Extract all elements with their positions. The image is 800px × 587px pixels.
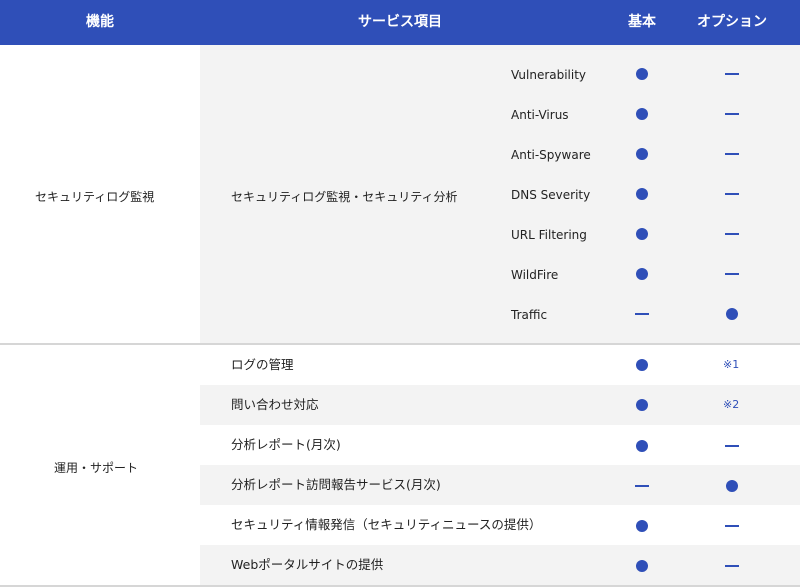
basic-circle-mark: [636, 440, 648, 452]
sub-item-anti-virus: Anti-Virus: [511, 108, 569, 122]
header-option: オプション: [697, 14, 767, 30]
basic-circle-mark: [636, 148, 648, 160]
basic-circle-mark: [636, 228, 648, 240]
header-service-item: サービス項目: [358, 14, 442, 30]
security-section: セキュリティログ監視 セキュリティログ監視・セキュリティ分析 Vulnerabi…: [0, 45, 800, 344]
basic-circle-mark: [636, 108, 648, 120]
header-function: 機能: [86, 14, 114, 30]
option-dash-mark: [725, 113, 739, 115]
basic-circle-mark: [636, 520, 648, 532]
option-dash-mark: [725, 153, 739, 155]
basic-circle-mark: [636, 359, 648, 371]
table-row: セキュリティ情報発信（セキュリティニュースの提供）: [200, 505, 800, 545]
table-row: 分析レポート訪問報告サービス(月次): [200, 465, 800, 505]
sub-item-dns-severity: DNS Severity: [511, 188, 591, 202]
row-label: 分析レポート訪問報告サービス(月次): [231, 477, 441, 492]
row-label: セキュリティ情報発信（セキュリティニュースの提供）: [231, 517, 542, 532]
basic-circle-mark: [636, 560, 648, 572]
basic-circle-mark: [636, 268, 648, 280]
sub-item-anti-spyware: Anti-Spyware: [511, 148, 591, 162]
header-basic: 基本: [628, 14, 656, 30]
row-label: 問い合わせ対応: [231, 397, 319, 412]
row-label: ログの管理: [231, 357, 294, 372]
table-header: 機能 サービス項目 基本 オプション: [0, 0, 800, 45]
sub-item-wildfire: WildFire: [511, 268, 559, 282]
option-dash-mark: [725, 73, 739, 75]
sub-item-traffic: Traffic: [511, 308, 548, 322]
sub-item-url-filtering: URL Filtering: [511, 228, 587, 242]
option-dash-mark: [725, 233, 739, 235]
option-dash-mark: [725, 525, 739, 527]
basic-circle-mark: [636, 188, 648, 200]
basic-circle-mark: [636, 68, 648, 80]
option-note: ※1: [723, 358, 740, 371]
security-function-cell: セキュリティログ監視: [0, 45, 200, 344]
table-row: 問い合わせ対応 ※2: [200, 385, 800, 425]
row-label: 分析レポート(月次): [231, 437, 341, 452]
security-service-label: セキュリティログ監視・セキュリティ分析: [231, 190, 458, 204]
option-circle-mark: [726, 308, 738, 320]
basic-circle-mark: [636, 399, 648, 411]
row-label: Webポータルサイトの提供: [231, 557, 384, 572]
table-row: ログの管理 ※1: [200, 345, 800, 385]
option-circle-mark: [726, 480, 738, 492]
table-row: Webポータルサイトの提供: [200, 545, 800, 585]
option-note: ※2: [723, 398, 740, 411]
security-service-cell: セキュリティログ監視・セキュリティ分析: [200, 45, 800, 344]
basic-dash-mark: [635, 313, 649, 315]
security-function-label: セキュリティログ監視: [35, 190, 155, 204]
option-dash-mark: [725, 273, 739, 275]
operations-function-label: 運用・サポート: [54, 461, 139, 475]
sub-item-vulnerability: Vulnerability: [511, 68, 587, 82]
option-dash-mark: [725, 445, 739, 447]
option-dash-mark: [725, 565, 739, 567]
basic-dash-mark: [635, 485, 649, 487]
table-row: 分析レポート(月次): [200, 425, 800, 465]
option-dash-mark: [725, 193, 739, 195]
